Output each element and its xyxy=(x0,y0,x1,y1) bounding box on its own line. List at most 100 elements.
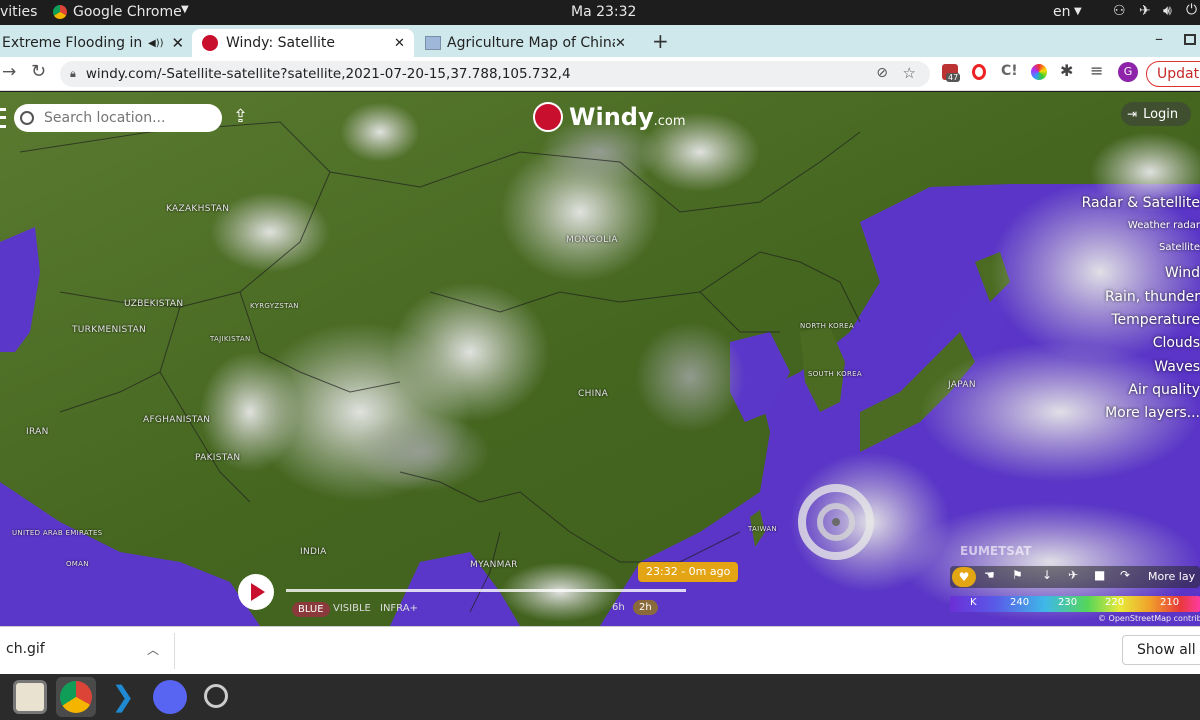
chrome-icon xyxy=(60,681,92,713)
app-menu-label[interactable]: Google Chrome xyxy=(73,4,182,20)
country-label-iran: IRAN xyxy=(26,427,49,437)
power-icon[interactable]: ⏻ xyxy=(1186,2,1197,18)
layer-rain-thunder[interactable]: Rain, thunder xyxy=(1105,289,1200,305)
chevron-up-icon[interactable]: ︿ xyxy=(147,641,159,658)
channel-blue[interactable]: BLUE xyxy=(292,602,330,617)
vscode-icon[interactable]: ❯ xyxy=(106,680,140,714)
timeline-track[interactable] xyxy=(286,589,686,592)
layer-wind[interactable]: Wind xyxy=(1165,265,1200,281)
tab-agriculture-map[interactable]: Agriculture Map of China, ✕ xyxy=(418,29,640,57)
update-button[interactable]: Update xyxy=(1146,61,1200,87)
chrome-dock-active[interactable] xyxy=(56,677,96,717)
country-label-turkmenistan: TURKMENISTAN xyxy=(72,325,147,335)
country-label-tajikistan: TAJIKISTAN xyxy=(210,335,251,343)
forward-icon[interactable]: → xyxy=(2,62,16,82)
menu-icon[interactable] xyxy=(0,108,6,128)
windy-logo[interactable]: Windy .com xyxy=(533,102,686,132)
address-bar[interactable]: 🔒︎ windy.com/-Satellite-satellite?satell… xyxy=(60,61,930,87)
close-icon[interactable]: ✕ xyxy=(394,36,405,51)
temperature-legend: K 240 230 220 210 xyxy=(950,596,1200,612)
country-label-north-korea: NORTH KOREA xyxy=(800,322,854,330)
search-input[interactable] xyxy=(44,110,214,126)
legend-tick: 240 xyxy=(1010,597,1030,608)
timeline-time-label: 23:32 - 0m ago xyxy=(638,562,739,582)
timeline-step-6h[interactable]: 6h xyxy=(612,602,625,613)
play-icon xyxy=(251,583,265,601)
tab-extreme-flooding[interactable]: Extreme Flooding in Zh ◀)) ✕ xyxy=(0,29,190,57)
chevron-down-icon[interactable]: ▼ xyxy=(1074,6,1082,17)
map-attribution[interactable]: © OpenStreetMap contributors xyxy=(1098,614,1200,623)
tab-windy-satellite[interactable]: Windy: Satellite ✕ xyxy=(192,29,414,57)
layer-weather-radar[interactable]: Weather radar xyxy=(1128,220,1200,231)
airport-icon[interactable]: ✈ xyxy=(1068,568,1078,582)
airplane-icon[interactable]: ✈ xyxy=(1139,3,1151,19)
layer-temperature[interactable]: Temperature xyxy=(1111,312,1200,328)
country-label-japan: JAPAN xyxy=(948,380,976,390)
reload-icon[interactable]: ↻ xyxy=(31,61,46,82)
new-tab-button[interactable]: + xyxy=(652,29,669,53)
more-layers-link[interactable]: More lay xyxy=(1148,570,1195,583)
files-app-icon[interactable] xyxy=(13,680,47,714)
country-label-myanmar: MYANMAR xyxy=(470,560,518,570)
hand-icon[interactable]: ☚ xyxy=(984,568,995,582)
speaker-icon[interactable]: ◀)) xyxy=(148,38,164,49)
flag-icon[interactable]: ⚑ xyxy=(1012,568,1023,582)
browser-toolbar: → ↻ 🔒︎ windy.com/-Satellite-satellite?sa… xyxy=(0,57,1200,91)
layer-clouds[interactable]: Clouds xyxy=(1153,335,1200,351)
satellite-map[interactable]: KAZAKHSTAN UZBEKISTAN TURKMENISTAN KYRGY… xyxy=(0,92,1200,626)
logo-text: Windy xyxy=(569,103,654,131)
tab-title: Extreme Flooding in Zh xyxy=(2,35,144,51)
layer-radar-satellite[interactable]: Radar & Satellite xyxy=(1082,195,1200,211)
legend-tick: 230 xyxy=(1058,597,1078,608)
close-icon[interactable]: ✕ xyxy=(172,34,185,52)
discord-icon[interactable] xyxy=(153,680,187,714)
color-extension-icon[interactable] xyxy=(1031,64,1047,80)
country-label-afghanistan: AFGHANISTAN xyxy=(143,415,211,425)
close-icon[interactable]: ✕ xyxy=(615,36,626,51)
maximize-button[interactable] xyxy=(1184,34,1196,45)
layer-more-layers[interactable]: More layers... xyxy=(1105,405,1200,421)
url-text[interactable]: windy.com/-Satellite-satellite?satellite… xyxy=(86,66,571,82)
network-icon[interactable]: ⚇ xyxy=(1113,3,1126,19)
layer-waves[interactable]: Waves xyxy=(1154,359,1200,375)
channel-visible[interactable]: VISIBLE xyxy=(333,603,371,614)
puzzle-extensions-icon[interactable]: ✱ xyxy=(1060,61,1073,80)
divider xyxy=(174,633,175,669)
system-top-bar: vities Google Chrome ▼ Ma 23:32 en ▼ ⚇ ✈… xyxy=(0,0,1200,25)
share-icon[interactable]: ⇪ xyxy=(233,106,248,127)
show-all-button[interactable]: Show all xyxy=(1122,635,1200,665)
image-viewer-icon[interactable] xyxy=(200,680,234,714)
volume-icon[interactable]: 🔊︎ xyxy=(1163,3,1172,19)
download-bar: ch.gif ︿ Show all xyxy=(0,626,1200,674)
search-box[interactable] xyxy=(14,104,222,132)
login-button[interactable]: ⇥ Login xyxy=(1121,102,1191,126)
chrome-icon xyxy=(53,5,67,19)
language-indicator[interactable]: en xyxy=(1053,4,1071,20)
reading-list-icon[interactable]: ≡ xyxy=(1090,61,1103,80)
profile-avatar[interactable]: G xyxy=(1118,62,1138,82)
timeline-step-2h[interactable]: 2h xyxy=(633,600,658,615)
layer-satellite[interactable]: Satellite xyxy=(1159,242,1200,253)
minimize-button[interactable]: – xyxy=(1155,29,1163,48)
map-favicon-icon xyxy=(425,36,441,50)
extension-c-icon[interactable]: C! xyxy=(1001,63,1018,79)
legend-unit: K xyxy=(970,597,977,608)
bookmark-star-icon[interactable]: ☆ xyxy=(903,64,916,82)
tab-title: Agriculture Map of China, xyxy=(447,35,615,51)
opera-extension-icon[interactable] xyxy=(972,64,986,80)
clock[interactable]: Ma 23:32 xyxy=(571,4,636,20)
layer-air-quality[interactable]: Air quality xyxy=(1128,382,1200,398)
country-label-kyrgyzstan: KYRGYZSTAN xyxy=(250,302,299,310)
thermometer-icon[interactable]: ↓ xyxy=(1042,568,1052,582)
activities-button[interactable]: vities xyxy=(0,4,37,20)
chevron-down-icon[interactable]: ▼ xyxy=(181,4,189,15)
webcam-icon[interactable]: ■ xyxy=(1094,568,1105,582)
wave-icon[interactable]: ↷ xyxy=(1120,568,1130,582)
translate-icon[interactable]: ⊘ xyxy=(876,65,888,81)
extension-badge: 47 xyxy=(946,73,961,82)
channel-infra[interactable]: INFRA+ xyxy=(380,603,418,614)
legend-tick: 220 xyxy=(1105,597,1125,608)
favorite-heart-icon[interactable]: ♥ xyxy=(952,567,976,587)
download-filename[interactable]: ch.gif xyxy=(6,641,45,657)
country-label-south-korea: SOUTH KOREA xyxy=(808,370,862,378)
